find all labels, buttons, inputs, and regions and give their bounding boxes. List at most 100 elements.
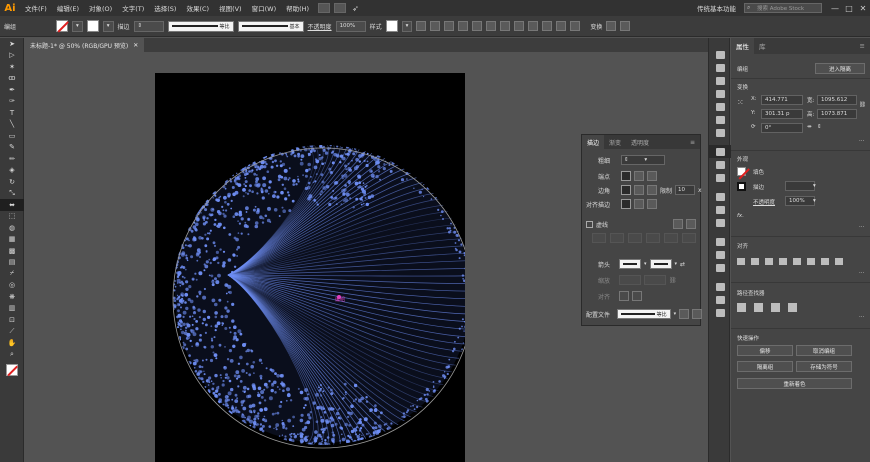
stroke-weight-dropdown-icon[interactable]: ▾: [813, 183, 816, 189]
w-input[interactable]: 1095.612: [817, 95, 857, 105]
close-tab-icon[interactable]: ✕: [133, 42, 138, 49]
align-center-stroke-icon[interactable]: [621, 199, 631, 209]
distribute-top-icon[interactable]: [514, 21, 524, 31]
gpu-rocket-icon[interactable]: ➶: [352, 4, 359, 13]
rotate-angle-input[interactable]: 0°: [761, 123, 803, 133]
swatches-icon[interactable]: [709, 74, 731, 87]
free-transform-tool-icon[interactable]: ⬚: [0, 211, 24, 223]
artboard[interactable]: 编组: [155, 73, 465, 462]
flip-along-icon[interactable]: [692, 309, 702, 319]
line-tool-icon[interactable]: ╲: [0, 119, 24, 131]
dash-3-input[interactable]: [664, 233, 678, 243]
distribute-left-icon[interactable]: [556, 21, 566, 31]
color-panel-icon[interactable]: [709, 48, 731, 61]
symbols-icon[interactable]: [709, 100, 731, 113]
blend-sphere-artwork[interactable]: 编组: [155, 73, 465, 462]
gap-2-input[interactable]: [646, 233, 660, 243]
stroke-weight-input[interactable]: ⇕: [134, 21, 164, 32]
intersect-icon[interactable]: [771, 303, 780, 312]
menu-view[interactable]: 视图(V): [214, 3, 247, 13]
save-as-symbol-button[interactable]: 存储为符号: [796, 361, 852, 372]
align-inside-stroke-icon[interactable]: [634, 199, 644, 209]
workspace-switcher[interactable]: 传统基本功能: [697, 3, 736, 13]
menu-window[interactable]: 窗口(W): [247, 3, 282, 13]
ungroup-button[interactable]: 取消编组: [796, 345, 852, 356]
selection-tool-icon[interactable]: ➤: [0, 38, 24, 50]
pen-tool-icon[interactable]: ✒: [0, 84, 24, 96]
arrow-tip-beyond-icon[interactable]: [619, 291, 629, 301]
menu-type[interactable]: 文字(T): [117, 3, 149, 13]
document-info-icon[interactable]: [709, 216, 731, 229]
pathfinder-more-icon[interactable]: ⋯: [859, 314, 865, 320]
transparency-panel-icon[interactable]: [709, 171, 731, 184]
align-right-icon[interactable]: [458, 21, 468, 31]
distribute-middle-icon[interactable]: [528, 21, 538, 31]
appearance-icon[interactable]: [709, 126, 731, 139]
stroke-swatch[interactable]: [87, 20, 99, 32]
align-top-icon[interactable]: [472, 21, 482, 31]
menu-effect[interactable]: 效果(C): [181, 3, 214, 13]
stroke-panel-icon[interactable]: [709, 145, 731, 158]
direct-selection-tool-icon[interactable]: ▷: [0, 50, 24, 62]
tab-libraries[interactable]: 库: [754, 38, 771, 54]
artboard-tool-icon[interactable]: ⊡: [0, 314, 24, 326]
panel-menu-icon[interactable]: [620, 21, 630, 31]
distribute-bottom-icon[interactable]: [542, 21, 552, 31]
align-to-icon[interactable]: [835, 258, 843, 265]
panel-menu-icon[interactable]: ≡: [685, 139, 700, 146]
align-horizontal-center-icon[interactable]: [751, 258, 759, 265]
brush-definition[interactable]: 基本: [238, 21, 304, 32]
graphic-style-swatch[interactable]: [386, 20, 398, 32]
bridge-icon[interactable]: [318, 3, 330, 13]
align-bottom-edge-icon[interactable]: [807, 258, 815, 265]
align-middle-icon[interactable]: [486, 21, 496, 31]
recolor-button[interactable]: 重新着色: [737, 378, 852, 389]
isolate-group-button[interactable]: 进入隔离: [815, 63, 865, 74]
align-top-edge-icon[interactable]: [779, 258, 787, 265]
butt-cap-icon[interactable]: [621, 171, 631, 181]
mesh-tool-icon[interactable]: ▩: [0, 245, 24, 257]
asset-export-icon[interactable]: [709, 203, 731, 216]
align-right-edge-icon[interactable]: [765, 258, 773, 265]
align-center-icon[interactable]: [444, 21, 454, 31]
gap-3-input[interactable]: [682, 233, 696, 243]
end-arrowhead-dropdown[interactable]: [650, 259, 672, 269]
miter-join-icon[interactable]: [621, 185, 631, 195]
dash-2-input[interactable]: [628, 233, 642, 243]
magic-wand-tool-icon[interactable]: ✶: [0, 61, 24, 73]
column-graph-tool-icon[interactable]: ▥: [0, 303, 24, 315]
close-button[interactable]: ✕: [856, 4, 870, 13]
align-dash-icon[interactable]: [686, 219, 696, 229]
y-input[interactable]: 301.31 p: [761, 109, 803, 119]
swap-arrowheads-icon[interactable]: ⇄: [680, 261, 685, 268]
more-options-icon[interactable]: ⋯: [859, 138, 865, 144]
gradient-panel-icon[interactable]: [709, 158, 731, 171]
preserve-dash-icon[interactable]: [673, 219, 683, 229]
minimize-button[interactable]: —: [828, 4, 842, 13]
profile-dropdown[interactable]: 等比: [617, 309, 671, 319]
menu-select[interactable]: 选择(S): [149, 3, 181, 13]
gap-1-input[interactable]: [610, 233, 624, 243]
menu-file[interactable]: 文件(F): [20, 3, 52, 13]
shape-builder-tool-icon[interactable]: ◍: [0, 222, 24, 234]
flip-vertical-icon[interactable]: ⇕: [817, 124, 822, 130]
perspective-grid-tool-icon[interactable]: ▦: [0, 234, 24, 246]
isolate-icon[interactable]: [606, 21, 616, 31]
isolate-group-quick-button[interactable]: 隔离组: [737, 361, 793, 372]
end-scale-input[interactable]: [644, 275, 666, 285]
stroke-weight-field[interactable]: [785, 181, 815, 191]
menu-object[interactable]: 对象(O): [84, 3, 117, 13]
limit-input[interactable]: 10: [675, 185, 695, 195]
projecting-cap-icon[interactable]: [647, 171, 657, 181]
opacity-input[interactable]: 100%: [336, 21, 366, 32]
h-input[interactable]: 1073.871: [817, 109, 857, 119]
align-more-icon[interactable]: [821, 258, 829, 265]
document-tab[interactable]: 未标题-1* @ 50% (RGB/GPU 预览) ✕: [24, 38, 144, 52]
fill-swatch[interactable]: [56, 20, 68, 32]
graphic-styles-icon[interactable]: [709, 113, 731, 126]
grid-layout-icon[interactable]: [334, 3, 346, 13]
align-more-options-icon[interactable]: ⋯: [859, 270, 865, 276]
tab-properties[interactable]: 属性: [731, 38, 754, 54]
round-cap-icon[interactable]: [634, 171, 644, 181]
links-icon[interactable]: [709, 261, 731, 274]
